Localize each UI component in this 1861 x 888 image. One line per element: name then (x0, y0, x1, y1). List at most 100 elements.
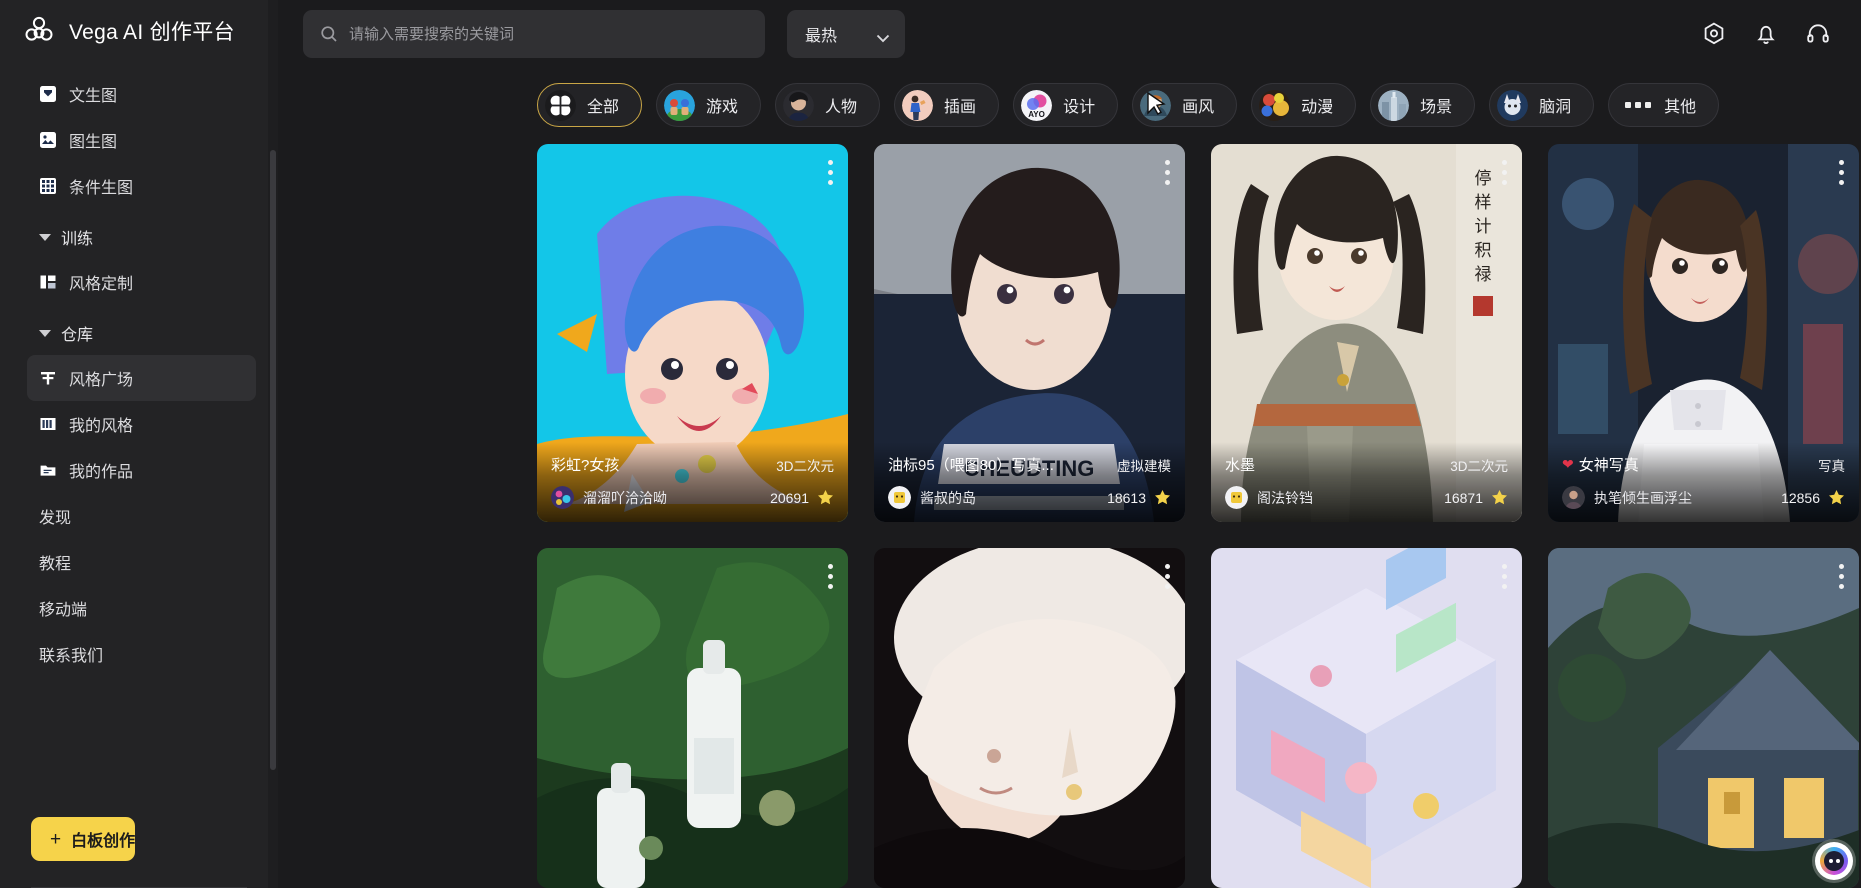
more-vertical-icon[interactable] (1162, 157, 1173, 188)
sidebar-item-image-to-image[interactable]: 图生图 (27, 117, 256, 163)
more-vertical-icon[interactable] (1162, 561, 1173, 592)
chip-all[interactable]: 全部 (537, 83, 643, 127)
more-vertical-icon[interactable] (825, 157, 836, 188)
card-likes: 20691 (770, 489, 834, 506)
sidebar-item-label: 条件生图 (69, 180, 134, 197)
style-card[interactable] (1211, 548, 1522, 888)
assistant-core (1824, 851, 1844, 871)
sidebar-item-label: 教程 (39, 556, 72, 573)
avatar (888, 486, 911, 509)
card-thumbnail (874, 548, 1185, 888)
card-info: 水墨 3D二次元 阁法铃铛 16871 (1211, 442, 1522, 522)
idea-avatar-icon (1497, 89, 1529, 121)
svg-text:禄: 禄 (1475, 265, 1492, 284)
chip-label: 动漫 (1301, 99, 1334, 116)
mouse-cursor-icon (1146, 91, 1168, 116)
sidebar-scrollbar-thumb[interactable] (270, 150, 276, 770)
topbar: 最热 (278, 0, 1861, 68)
card-title: 水墨 (1225, 457, 1256, 474)
search-box[interactable] (303, 10, 765, 58)
card-title: ❤ 女神写真 (1562, 454, 1639, 475)
card-tag: 3D二次元 (776, 458, 834, 474)
more-vertical-icon[interactable] (1499, 561, 1510, 592)
card-info: ❤ 女神写真 写真 执笔倾生画浮尘 12856 (1548, 442, 1859, 522)
brand[interactable]: Vega AI 创作平台 (0, 0, 278, 62)
style-card[interactable] (1548, 548, 1859, 888)
search-input[interactable] (349, 25, 748, 43)
sidebar-group-training[interactable]: 训练 (31, 215, 256, 259)
settings-icon[interactable] (1701, 21, 1727, 47)
card-author[interactable]: 阁法铃铛 (1225, 486, 1313, 509)
card-likes: 16871 (1444, 489, 1508, 506)
chip-design[interactable]: AYO 设计 (1013, 83, 1119, 127)
style-card[interactable]: CHEUDTING 油标95（喂图80）写真... 虚拟建模 (874, 144, 1185, 522)
sidebar-item-text-to-image[interactable]: 文生图 (27, 71, 256, 117)
category-chips: 全部 游戏 人物 插画 AYO 设计 画风 动漫 场景 脑洞 其他 (278, 68, 1861, 130)
my-style-icon (39, 415, 57, 433)
avatar (1562, 486, 1585, 509)
svg-text:样: 样 (1475, 193, 1492, 212)
app-root: Vega AI 创作平台 文生图 图生图 条件生图 训练 风格定制 仓库 风格广… (0, 0, 1861, 888)
sidebar-scrollbar-track[interactable] (268, 0, 278, 888)
sidebar-nav: 文生图 图生图 条件生图 训练 风格定制 仓库 风格广场 我的风格 我的作品 发… (0, 62, 278, 811)
style-card[interactable] (537, 548, 848, 888)
more-vertical-icon[interactable] (825, 561, 836, 592)
style-card[interactable]: ❤ 女神写真 写真 执笔倾生画浮尘 12856 (1548, 144, 1859, 522)
chip-scene[interactable]: 场景 (1370, 83, 1476, 127)
star-icon[interactable] (817, 489, 834, 506)
star-icon[interactable] (1828, 489, 1845, 506)
more-vertical-icon[interactable] (1836, 561, 1847, 592)
sidebar-item-style-custom[interactable]: 风格定制 (27, 259, 256, 305)
card-title: 油标95（喂图80）写真... (888, 457, 1054, 474)
svg-text:停: 停 (1475, 169, 1492, 188)
sidebar-item-conditional-image[interactable]: 条件生图 (27, 163, 256, 209)
star-icon[interactable] (1491, 489, 1508, 506)
chip-game[interactable]: 游戏 (656, 83, 762, 127)
whiteboard-create-label: 白板创作 (71, 833, 136, 850)
chip-other[interactable]: 其他 (1608, 83, 1720, 127)
sidebar-item-my-works[interactable]: 我的作品 (27, 447, 256, 493)
main-content: 最热 (278, 0, 1861, 888)
search-icon (320, 25, 338, 43)
card-tag: 3D二次元 (1450, 458, 1508, 474)
chip-illustration[interactable]: 插画 (894, 83, 1000, 127)
chevron-down-icon (39, 329, 51, 337)
card-author[interactable]: 执笔倾生画浮尘 (1562, 486, 1692, 509)
chevron-down-icon (39, 233, 51, 241)
sidebar-item-tutorial[interactable]: 教程 (27, 539, 256, 585)
chip-label: 其他 (1664, 99, 1697, 116)
chip-label: 人物 (825, 99, 858, 116)
card-author[interactable]: 溜溜吖洽洽呦 (551, 486, 667, 509)
more-vertical-icon[interactable] (1836, 157, 1847, 188)
chip-label: 画风 (1182, 99, 1215, 116)
chip-person[interactable]: 人物 (775, 83, 881, 127)
whiteboard-create-button[interactable]: + 白板创作 (31, 817, 136, 861)
assistant-bubble-icon[interactable] (1815, 842, 1853, 880)
sidebar-item-label: 风格广场 (69, 372, 134, 389)
chip-label: 插画 (944, 99, 977, 116)
sort-select[interactable]: 最热 (787, 10, 905, 58)
card-author-name: 酱叔的岛 (920, 489, 976, 506)
sidebar-item-mobile[interactable]: 移动端 (27, 585, 256, 631)
sidebar-group-warehouse[interactable]: 仓库 (31, 311, 256, 355)
sidebar-group-label: 仓库 (61, 327, 94, 344)
star-icon[interactable] (1154, 489, 1171, 506)
sidebar-item-my-style[interactable]: 我的风格 (27, 401, 256, 447)
more-vertical-icon[interactable] (1499, 157, 1510, 188)
my-works-icon (39, 461, 57, 479)
chip-anime[interactable]: 动漫 (1251, 83, 1357, 127)
sidebar-item-style-plaza[interactable]: 风格广场 (27, 355, 256, 401)
card-tag: 虚拟建模 (1117, 458, 1171, 474)
style-card[interactable]: 彩虹?女孩 3D二次元 溜溜吖洽洽呦 20691 (537, 144, 848, 522)
bell-icon[interactable] (1753, 21, 1779, 47)
headset-icon[interactable] (1805, 21, 1831, 47)
game-avatar-icon (664, 89, 696, 121)
sidebar-item-contact-us[interactable]: 联系我们 (27, 631, 256, 677)
card-author[interactable]: 酱叔的岛 (888, 486, 976, 509)
style-card[interactable] (874, 548, 1185, 888)
sidebar-group-label: 训练 (61, 231, 94, 248)
card-title: 彩虹?女孩 (551, 457, 620, 474)
sidebar-item-discover[interactable]: 发现 (27, 493, 256, 539)
style-card[interactable]: 停样计积禄 水墨 3D二次元 阁法铃铛 16871 (1211, 144, 1522, 522)
chip-idea[interactable]: 脑洞 (1489, 83, 1595, 127)
